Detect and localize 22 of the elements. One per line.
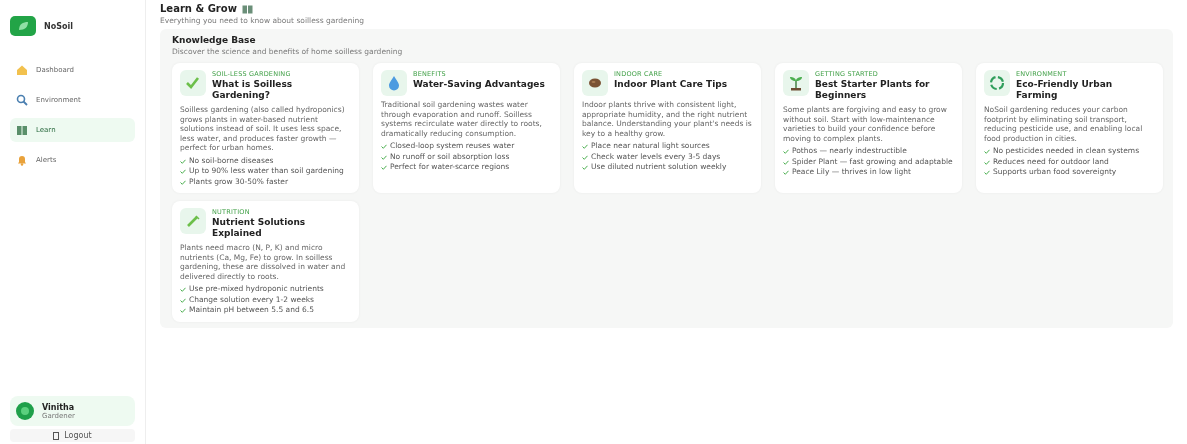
user-name: Vinitha (42, 402, 75, 412)
card-title: Best Starter Plants for Beginners (815, 79, 931, 101)
checkmark-icon (180, 70, 206, 96)
card-title: Water-Saving Advantages (413, 79, 545, 90)
brand-name: NoSoil (44, 21, 73, 31)
card-title: Eco-Friendly Urban Farming (1016, 79, 1114, 101)
sprout-icon (783, 70, 809, 96)
house-icon (16, 64, 28, 76)
leaf-icon (10, 16, 36, 36)
card-title: Nutrient Solutions Explained (212, 217, 307, 239)
coconut-icon (582, 70, 608, 96)
avatar (16, 402, 34, 420)
book-icon (241, 3, 253, 14)
magnifier-icon (16, 94, 28, 106)
card-title: Indoor Plant Care Tips (614, 79, 728, 90)
card-title: What is Soilless Gardening? (212, 79, 294, 101)
droplet-icon (381, 70, 407, 96)
section-title: Knowledge Base (172, 35, 257, 45)
page-title: Learn & Grow (160, 3, 237, 14)
logout-button[interactable]: Logout (10, 429, 135, 442)
bell-icon (16, 154, 28, 166)
book-icon (16, 124, 28, 136)
